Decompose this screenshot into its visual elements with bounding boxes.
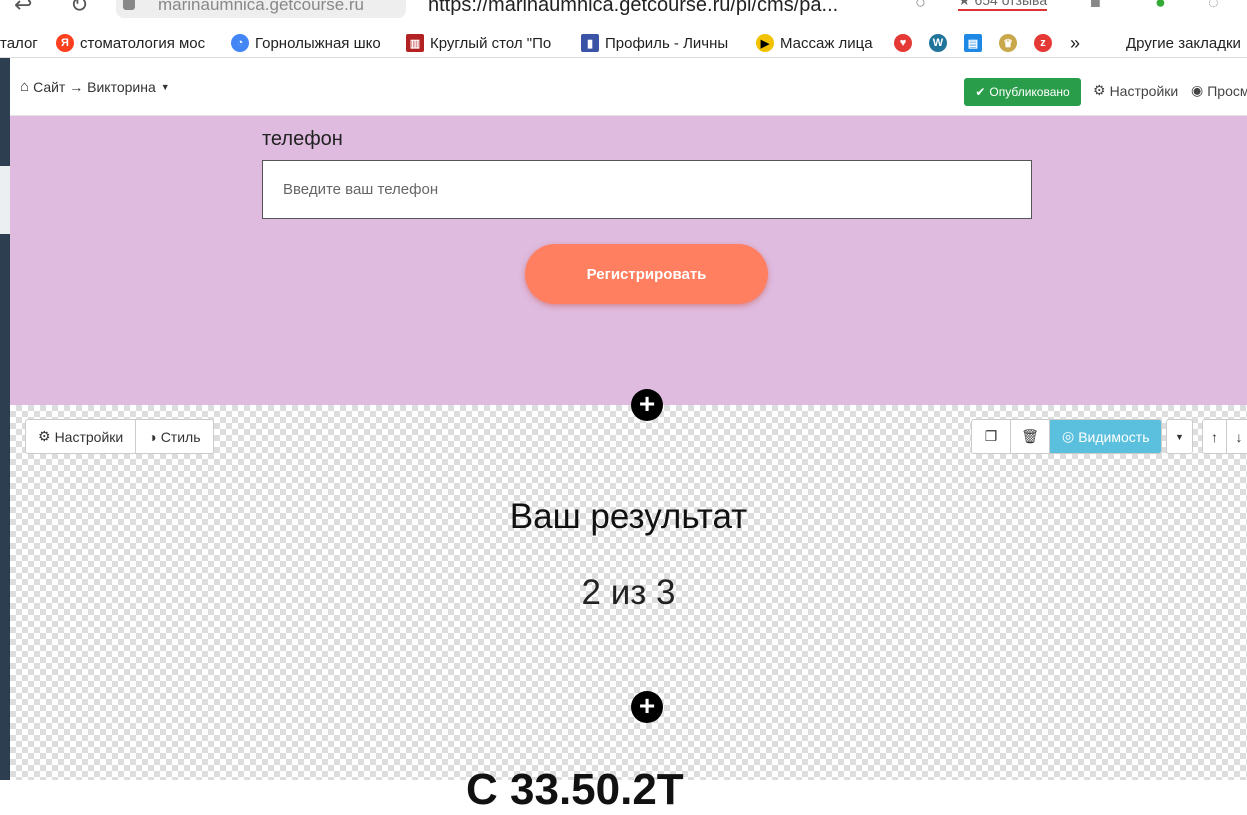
- site-chip-label: marinaumnica.getcourse.ru: [158, 0, 364, 14]
- rating-badge[interactable]: ★ 654 отзыва: [958, 0, 1048, 11]
- more-bookmarks-chevron-icon[interactable]: »: [1070, 32, 1080, 54]
- reload-icon[interactable]: ↻: [70, 0, 88, 18]
- phone-input[interactable]: Введите ваш телефон: [262, 160, 1032, 219]
- bookmark-icon[interactable]: ■: [1090, 0, 1101, 13]
- chat-icon[interactable]: ◌: [1208, 0, 1219, 13]
- result-score: 2 из 3: [581, 573, 676, 612]
- bookmark-item[interactable]: ♥: [894, 32, 918, 54]
- emblem-icon: ♛: [999, 34, 1017, 52]
- bookmark-label: Круглый стол "По: [430, 34, 552, 52]
- play-icon: ▶: [756, 34, 774, 52]
- extension-icon[interactable]: ●: [1155, 0, 1166, 13]
- contrast-icon: ◑: [148, 428, 157, 445]
- trash-icon: 🗑: [1021, 428, 1039, 444]
- eye-icon: ◉: [1191, 82, 1204, 98]
- bookmark-item[interactable]: ◔ Горнолыжная шко: [231, 32, 391, 54]
- home-icon: ⌂: [20, 78, 30, 95]
- copy-icon: ❐: [984, 428, 998, 444]
- caret-down-icon: ▼: [160, 81, 170, 92]
- bookmark-label: Массаж лица: [780, 34, 873, 52]
- bookmarks-bar: талог Я стоматология мос ◔ Горнолыжная ш…: [0, 28, 1247, 58]
- result-block: ⚙ Настройки ◑ Стиль ❐ 🗑 ◎ Видимость ▼ ↑ …: [10, 405, 1247, 814]
- book-icon: ▮: [581, 34, 599, 52]
- preview-link[interactable]: ◉ Просм: [1191, 82, 1247, 99]
- other-bookmarks-label: Другие закладки: [1126, 34, 1241, 52]
- copy-button[interactable]: ❐: [972, 420, 1011, 453]
- arrow-down-icon[interactable]: ↓: [1227, 420, 1247, 453]
- published-label: Опубликовано: [989, 85, 1070, 99]
- gear-icon: ⚙: [1093, 82, 1106, 98]
- yandex-icon: Я: [56, 34, 74, 52]
- bookmark-item[interactable]: z: [1034, 32, 1058, 54]
- eye-slash-icon: ◎: [1062, 428, 1075, 444]
- register-button[interactable]: Регистрировать: [525, 244, 768, 304]
- delete-button[interactable]: 🗑: [1011, 420, 1050, 453]
- preview-label: Просм: [1207, 82, 1247, 99]
- add-block-plus-icon[interactable]: +: [631, 691, 663, 723]
- site-chip[interactable]: marinaumnica.getcourse.ru: [116, 0, 406, 18]
- search-icon[interactable]: ○: [915, 0, 926, 13]
- zen-icon: z: [1034, 34, 1052, 52]
- bookmark-item[interactable]: ▶ Массаж лица: [756, 32, 881, 54]
- bookmark-item[interactable]: талог: [0, 32, 48, 54]
- bookmark-icon: ▥: [406, 34, 424, 52]
- move-group: ↑ ↓: [1202, 419, 1247, 454]
- wordpress-icon: W: [929, 34, 947, 52]
- browser-url-bar: ↩ ↻ marinaumnica.getcourse.ru https://ma…: [0, 0, 1247, 22]
- cms-toolbar: ⌂ Сайт → Викторина ▼ ✔ Опубликовано ⚙ На…: [10, 58, 1247, 116]
- gear-icon: ⚙: [38, 428, 51, 444]
- result-title: Ваш результат: [509, 497, 748, 536]
- block-settings-group: ⚙ Настройки ◑ Стиль: [25, 419, 214, 454]
- phone-label: телефон: [262, 128, 343, 150]
- breadcrumb-label: Сайт → Викторина: [33, 78, 156, 95]
- left-sidebar-strip: [0, 58, 10, 780]
- bookmark-item[interactable]: ▮ Профиль - Личны: [581, 32, 741, 54]
- bookmark-label: Профиль - Личны: [605, 34, 729, 52]
- settings-label: Настройки: [1109, 82, 1179, 99]
- bookmark-label: стоматология мос: [80, 34, 206, 52]
- check-icon: ✔: [975, 85, 986, 99]
- visibility-label: Видимость: [1078, 428, 1150, 445]
- document-icon: ▤: [964, 34, 982, 52]
- sidebar-active-item[interactable]: [0, 166, 10, 234]
- balloon-icon: ♥: [894, 34, 912, 52]
- block-actions-group: ❐ 🗑 ◎ Видимость: [971, 419, 1163, 454]
- back-icon[interactable]: ↩: [14, 0, 32, 18]
- other-bookmarks[interactable]: Другие закладки: [1126, 32, 1241, 54]
- block-settings-button[interactable]: ⚙ Настройки: [26, 420, 137, 453]
- settings-link[interactable]: ⚙ Настройки: [1093, 82, 1178, 99]
- arrow-up-icon[interactable]: ↑: [1203, 420, 1227, 453]
- visibility-button[interactable]: ◎ Видимость: [1050, 420, 1162, 453]
- breadcrumb[interactable]: ⌂ Сайт → Викторина ▼: [20, 78, 170, 95]
- bookmark-item[interactable]: ♛: [999, 32, 1023, 54]
- block-style-label: Стиль: [160, 428, 201, 445]
- bookmark-item[interactable]: Я стоматология мос: [56, 32, 218, 54]
- url-text[interactable]: https://marinaumnica.getcourse.ru/pl/cms…: [428, 0, 838, 17]
- bookmark-item[interactable]: W: [929, 32, 953, 54]
- bookmark-item[interactable]: ▥ Круглый стол "По: [406, 32, 570, 54]
- bookmark-label: талог: [0, 34, 38, 52]
- published-button[interactable]: ✔ Опубликовано: [964, 78, 1081, 106]
- add-block-plus-icon[interactable]: +: [631, 389, 663, 421]
- block-style-button[interactable]: ◑ Стиль: [136, 420, 212, 453]
- visibility-dropdown[interactable]: ▼: [1166, 419, 1193, 454]
- bookmark-item[interactable]: ▤: [964, 32, 988, 54]
- caret-down-icon: ▼: [1175, 431, 1184, 442]
- form-block: телефон Введите ваш телефон Регистрирова…: [10, 116, 1247, 405]
- bookmark-label: Горнолыжная шко: [255, 34, 381, 52]
- block-settings-label: Настройки: [54, 428, 124, 445]
- lock-icon: [123, 0, 135, 10]
- next-block-heading: С 33.50.2Т: [466, 765, 684, 814]
- chrome-icon: ◔: [231, 34, 249, 52]
